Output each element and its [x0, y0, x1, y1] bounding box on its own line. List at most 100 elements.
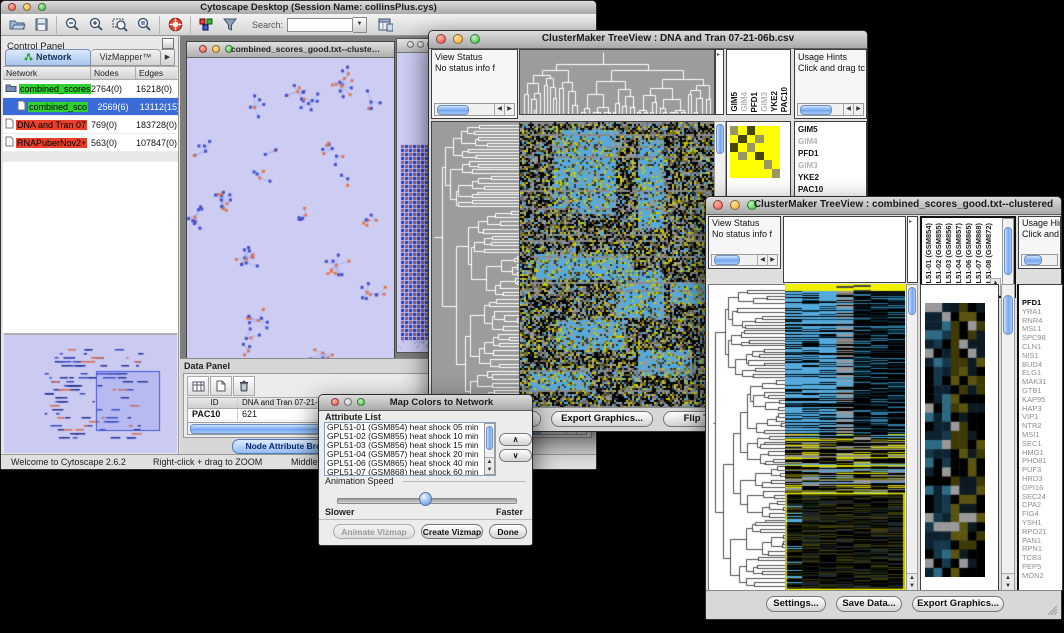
- tv1-usage-hscrollbar[interactable]: ◀▶: [797, 103, 864, 116]
- scrollbar-thumb[interactable]: [486, 426, 493, 450]
- tv2-heatmap[interactable]: [785, 284, 905, 591]
- tv1-zoom-row-label[interactable]: GIM5: [795, 124, 866, 136]
- tv2-zoom-heatmap[interactable]: [925, 303, 985, 577]
- network-row[interactable]: DNA and Tran 07769(0)183728(0): [3, 116, 178, 134]
- tv1-zoom-row-label[interactable]: PFD1: [795, 148, 866, 160]
- search-input[interactable]: [287, 18, 353, 32]
- header-nodes[interactable]: Nodes: [91, 67, 136, 79]
- settings-button[interactable]: Settings...: [766, 596, 826, 612]
- minimize-icon[interactable]: [453, 34, 463, 44]
- close-icon[interactable]: [407, 41, 414, 48]
- minimize-icon[interactable]: [23, 3, 31, 11]
- scrollbar-thumb[interactable]: [908, 287, 916, 315]
- close-icon[interactable]: [8, 3, 16, 11]
- speed-slider-thumb[interactable]: [419, 492, 432, 506]
- scrollbar-thumb[interactable]: [800, 105, 832, 115]
- tv1-column-dendrogram[interactable]: [519, 49, 715, 115]
- done-button[interactable]: Done: [489, 524, 527, 539]
- network-canvas[interactable]: [187, 58, 392, 358]
- attribute-browser-icon[interactable]: [373, 15, 397, 34]
- birdseye-view[interactable]: [4, 333, 177, 453]
- scrollbar-thumb[interactable]: [1024, 255, 1042, 265]
- tv2-splitter[interactable]: ▸: [907, 216, 918, 283]
- create-vizmap-button[interactable]: Create Vizmap: [421, 524, 483, 539]
- minimize-icon[interactable]: [730, 200, 740, 210]
- tv1-status-hscrollbar[interactable]: ◀▶: [434, 103, 515, 116]
- filter-icon[interactable]: [218, 15, 242, 34]
- close-icon[interactable]: [199, 45, 207, 53]
- tab-vizmapper[interactable]: VizMapper™: [91, 49, 161, 66]
- resize-grip-icon[interactable]: [1046, 604, 1058, 616]
- animate-vizmap-button[interactable]: Animate Vizmap: [333, 524, 415, 539]
- scrollbar-arrows[interactable]: ▲▼: [485, 457, 494, 474]
- header-edges[interactable]: Edges: [136, 67, 177, 79]
- tv1-splitter[interactable]: ▸: [715, 49, 724, 115]
- open-folder-icon[interactable]: [5, 15, 29, 34]
- tv1-column-label[interactable]: GIM4: [740, 92, 750, 112]
- tv2-row-dendrogram[interactable]: [708, 284, 786, 593]
- delete-attribute-icon[interactable]: [233, 376, 255, 396]
- scrollbar-thumb[interactable]: [716, 124, 724, 154]
- gene-label[interactable]: MON2: [1019, 572, 1062, 581]
- scrollbar-thumb[interactable]: [714, 255, 740, 265]
- scrollbar-thumb[interactable]: [437, 105, 469, 115]
- tv2-status-hscrollbar[interactable]: ◀▶: [711, 254, 778, 266]
- treeview1-titlebar[interactable]: ClusterMaker TreeView : DNA and Tran 07-…: [429, 31, 867, 49]
- tv2-heatmap-vscrollbar[interactable]: ▲▼: [906, 284, 918, 591]
- tv2-usage-hscrollbar[interactable]: [1021, 254, 1058, 266]
- export-graphics-button[interactable]: Export Graphics...: [551, 411, 653, 427]
- tv2-zoom-vscrollbar[interactable]: ▲▼: [1001, 284, 1015, 591]
- export-graphics-button[interactable]: Export Graphics...: [912, 596, 1004, 612]
- tv1-column-label[interactable]: GIM5: [730, 92, 740, 112]
- tv1-zoom-row-label[interactable]: PAC10: [795, 184, 866, 196]
- minimize-icon[interactable]: [212, 45, 220, 53]
- scrollbar-arrows[interactable]: ◀▶: [494, 104, 514, 115]
- tv1-zoom-row-label[interactable]: GIM3: [795, 160, 866, 172]
- move-down-button[interactable]: ∨: [499, 449, 532, 462]
- vizmapper-icon[interactable]: [194, 15, 218, 34]
- birdseye-canvas[interactable]: [4, 335, 177, 451]
- zoom-in-icon[interactable]: [84, 15, 108, 34]
- tv1-column-label[interactable]: GIM3: [760, 92, 770, 112]
- search-dropdown-icon[interactable]: ▼: [353, 17, 367, 33]
- close-icon[interactable]: [713, 200, 723, 210]
- tab-overflow-icon[interactable]: ▶: [161, 49, 175, 66]
- scrollbar-arrows[interactable]: ◀▶: [843, 104, 863, 115]
- attribute-list-item[interactable]: GPL51-07 (GSM868) heat shock 60 min: [325, 468, 495, 476]
- move-up-button[interactable]: ∧: [499, 433, 532, 446]
- scrollbar-arrows[interactable]: ◀▶: [757, 255, 777, 266]
- scrollbar-arrows[interactable]: ▲▼: [1002, 573, 1014, 590]
- save-data-button[interactable]: Save Data...: [836, 596, 902, 612]
- minimize-icon[interactable]: [417, 41, 424, 48]
- tv2-column-tree-area[interactable]: [783, 216, 906, 283]
- minimize-icon[interactable]: [344, 398, 352, 406]
- scrollbar-thumb[interactable]: [1004, 227, 1012, 275]
- close-icon[interactable]: [436, 34, 446, 44]
- network-row[interactable]: combined_scores2764(0)16218(0): [3, 80, 178, 98]
- dp-header-id[interactable]: ID: [188, 398, 238, 408]
- tv1-zoom-row-label[interactable]: GIM4: [795, 136, 866, 148]
- network-list-empty[interactable]: [3, 161, 178, 333]
- network-row[interactable]: RNAPuberNov2+563(0)107847(0): [3, 134, 178, 152]
- dialog-titlebar[interactable]: Map Colors to Network: [319, 395, 532, 411]
- tv1-zoom-matrix[interactable]: [730, 126, 780, 178]
- header-network[interactable]: Network: [3, 67, 91, 79]
- tv1-column-label[interactable]: PAC10: [780, 87, 790, 112]
- zoom-selected-icon[interactable]: [132, 15, 156, 34]
- network-view-window[interactable]: combined_scores_good.txt--cluste…: [186, 41, 395, 358]
- zoom-out-icon[interactable]: [60, 15, 84, 34]
- float-panel-icon[interactable]: [162, 38, 174, 49]
- treeview2-titlebar[interactable]: ClusterMaker TreeView : combined_scores_…: [706, 197, 1061, 215]
- scrollbar-thumb[interactable]: [1003, 295, 1013, 335]
- close-icon[interactable]: [331, 398, 339, 406]
- tv1-row-dendrogram[interactable]: [431, 121, 520, 410]
- help-ring-icon[interactable]: [163, 15, 187, 34]
- tv1-column-label[interactable]: PFD1: [750, 92, 760, 112]
- attribute-listbox[interactable]: GPL51-01 (GSM854) heat shock 05 minGPL51…: [324, 422, 496, 476]
- save-icon[interactable]: [29, 15, 53, 34]
- attribute-list-vscrollbar[interactable]: ▲▼: [484, 423, 495, 475]
- network-row[interactable]: combined_sco2569(6)13112(15): [3, 98, 178, 116]
- zoom-window-icon[interactable]: [38, 3, 46, 11]
- zoom-fit-icon[interactable]: [108, 15, 132, 34]
- tv1-heatmap[interactable]: [519, 121, 715, 410]
